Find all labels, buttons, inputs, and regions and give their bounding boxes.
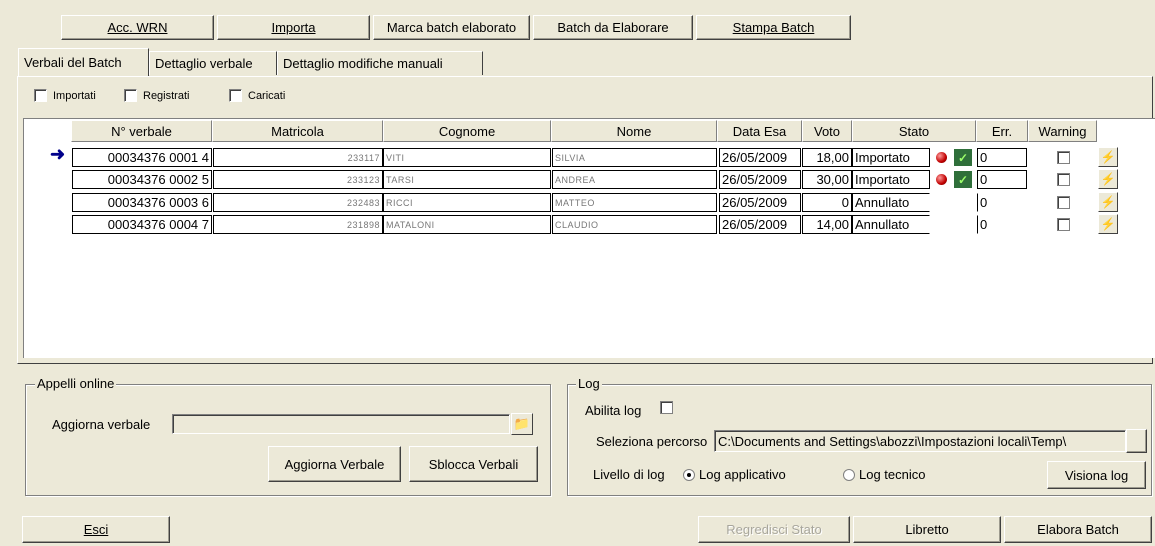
sblocca-verbali-button[interactable]: Sblocca Verbali: [409, 446, 538, 482]
batch-da-elaborare-button[interactable]: Batch da Elaborare: [533, 15, 693, 40]
table-cell-data[interactable]: 26/05/2009: [719, 148, 801, 167]
livello-di-log-label: Livello di log: [593, 467, 665, 482]
table-cell-stato[interactable]: Annullato: [852, 215, 930, 234]
tab-dettaglio-verbale[interactable]: Dettaglio verbale: [149, 51, 277, 75]
registrati-checkbox[interactable]: [124, 89, 137, 102]
table-cell-err[interactable]: 0: [977, 148, 1027, 167]
table-cell-matricola[interactable]: 231898: [213, 215, 383, 234]
visiona-log-button[interactable]: Visiona log: [1047, 461, 1146, 489]
appelli-online-title: Appelli online: [35, 376, 117, 391]
table-cell-stato[interactable]: Importato: [852, 170, 930, 189]
table-cell-err[interactable]: 0: [977, 193, 1027, 212]
importati-checkbox[interactable]: [34, 89, 47, 102]
col-header-stato[interactable]: Stato: [852, 120, 976, 142]
table-cell-nome[interactable]: MATTEO: [552, 193, 717, 212]
regredisci-stato-button[interactable]: Regredisci Stato: [698, 516, 850, 543]
col-header-matricola[interactable]: Matricola: [212, 120, 383, 142]
abilita-log-checkbox[interactable]: [660, 401, 673, 414]
table-cell-cognome[interactable]: VITI: [383, 148, 551, 167]
warning-checkbox[interactable]: [1056, 151, 1070, 164]
filter-caricati[interactable]: Caricati: [229, 89, 285, 102]
table-cell-voto[interactable]: 14,00: [802, 215, 852, 234]
current-row-arrow-icon: ➜: [50, 144, 66, 164]
green-check-icon[interactable]: ✓: [954, 149, 972, 166]
table-cell-verbale[interactable]: 00034376 0002 5: [72, 170, 212, 189]
acc-wrn-button[interactable]: Acc. WRN: [61, 15, 214, 40]
table-cell-voto[interactable]: 0: [802, 193, 852, 212]
warning-checkbox[interactable]: [1056, 218, 1070, 231]
stampa-batch-button[interactable]: Stampa Batch: [696, 15, 851, 40]
elabora-batch-button[interactable]: Elabora Batch: [1004, 516, 1152, 543]
browse-percorso-button[interactable]: [1126, 429, 1147, 453]
tab-verbali-del-batch[interactable]: Verbali del Batch: [18, 48, 149, 76]
esci-button[interactable]: Esci: [22, 516, 170, 543]
table-cell-data[interactable]: 26/05/2009: [719, 215, 801, 234]
filter-registrati[interactable]: Registrati: [124, 89, 189, 102]
red-status-led-icon[interactable]: [932, 171, 950, 188]
table-cell-matricola[interactable]: 232483: [213, 193, 383, 212]
warning-checkbox[interactable]: [1056, 173, 1070, 186]
table-cell-cognome[interactable]: MATALONI: [383, 215, 551, 234]
col-header-verbale[interactable]: N° verbale: [71, 120, 212, 142]
table-cell-nome[interactable]: SILVIA: [552, 148, 717, 167]
lightning-icon[interactable]: ⚡: [1098, 214, 1118, 234]
table-cell-warning[interactable]: [1029, 215, 1097, 234]
table-cell-matricola[interactable]: 233123: [213, 170, 383, 189]
filter-importati[interactable]: Importati: [34, 89, 96, 102]
percorso-field[interactable]: C:\Documents and Settings\abozzi\Imposta…: [714, 430, 1126, 452]
col-header-data-esa[interactable]: Data Esa: [717, 120, 802, 142]
log-applicativo-radio[interactable]: Log applicativo: [683, 467, 786, 482]
abilita-log-label: Abilita log: [585, 403, 642, 418]
table-cell-err[interactable]: 0: [977, 215, 1027, 234]
log-title: Log: [576, 376, 602, 391]
libretto-button[interactable]: Libretto: [853, 516, 1001, 543]
table-cell-nome[interactable]: ANDREA: [552, 170, 717, 189]
lightning-icon[interactable]: ⚡: [1098, 147, 1118, 167]
col-header-voto[interactable]: Voto: [802, 120, 852, 142]
table-cell-warning[interactable]: [1029, 148, 1097, 167]
table-cell-err[interactable]: 0: [977, 170, 1027, 189]
tab-dettaglio-modifiche-manuali[interactable]: Dettaglio modifiche manuali: [277, 51, 483, 75]
table-cell-data[interactable]: 26/05/2009: [719, 170, 801, 189]
table-cell-cognome[interactable]: RICCI: [383, 193, 551, 212]
table-cell-matricola[interactable]: 233117: [213, 148, 383, 167]
lightning-icon[interactable]: ⚡: [1098, 192, 1118, 212]
seleziona-percorso-label: Seleziona percorso: [596, 434, 708, 449]
col-header-nome[interactable]: Nome: [551, 120, 717, 142]
table-cell-stato[interactable]: Annullato: [852, 193, 930, 212]
aggiorna-verbale-field[interactable]: [172, 414, 510, 434]
warning-checkbox[interactable]: [1056, 196, 1070, 209]
lightning-icon[interactable]: ⚡: [1098, 169, 1118, 189]
caricati-checkbox[interactable]: [229, 89, 242, 102]
green-check-icon[interactable]: ✓: [954, 171, 972, 188]
col-header-warning[interactable]: Warning: [1028, 120, 1097, 142]
aggiorna-verbale-button[interactable]: Aggiorna Verbale: [268, 446, 401, 482]
marca-batch-elaborato-button[interactable]: Marca batch elaborato: [373, 15, 530, 40]
log-tecnico-radio[interactable]: Log tecnico: [843, 467, 926, 482]
table-cell-stato[interactable]: Importato: [852, 148, 930, 167]
table-cell-verbale[interactable]: 00034376 0003 6: [72, 193, 212, 212]
table-cell-voto[interactable]: 18,00: [802, 148, 852, 167]
table-cell-data[interactable]: 26/05/2009: [719, 193, 801, 212]
col-header-err[interactable]: Err.: [976, 120, 1028, 142]
table-cell-voto[interactable]: 30,00: [802, 170, 852, 189]
table-cell-nome[interactable]: CLAUDIO: [552, 215, 717, 234]
folder-icon[interactable]: 📁: [511, 413, 533, 435]
importa-button[interactable]: Importa: [217, 15, 370, 40]
table-cell-verbale[interactable]: 00034376 0001 4: [72, 148, 212, 167]
table-cell-warning[interactable]: [1029, 193, 1097, 212]
table-cell-verbale[interactable]: 00034376 0004 7: [72, 215, 212, 234]
col-header-cognome[interactable]: Cognome: [383, 120, 551, 142]
table-cell-cognome[interactable]: TARSI: [383, 170, 551, 189]
aggiorna-verbale-label: Aggiorna verbale: [52, 417, 151, 432]
table-cell-warning[interactable]: [1029, 170, 1097, 189]
red-status-led-icon[interactable]: [932, 149, 950, 166]
